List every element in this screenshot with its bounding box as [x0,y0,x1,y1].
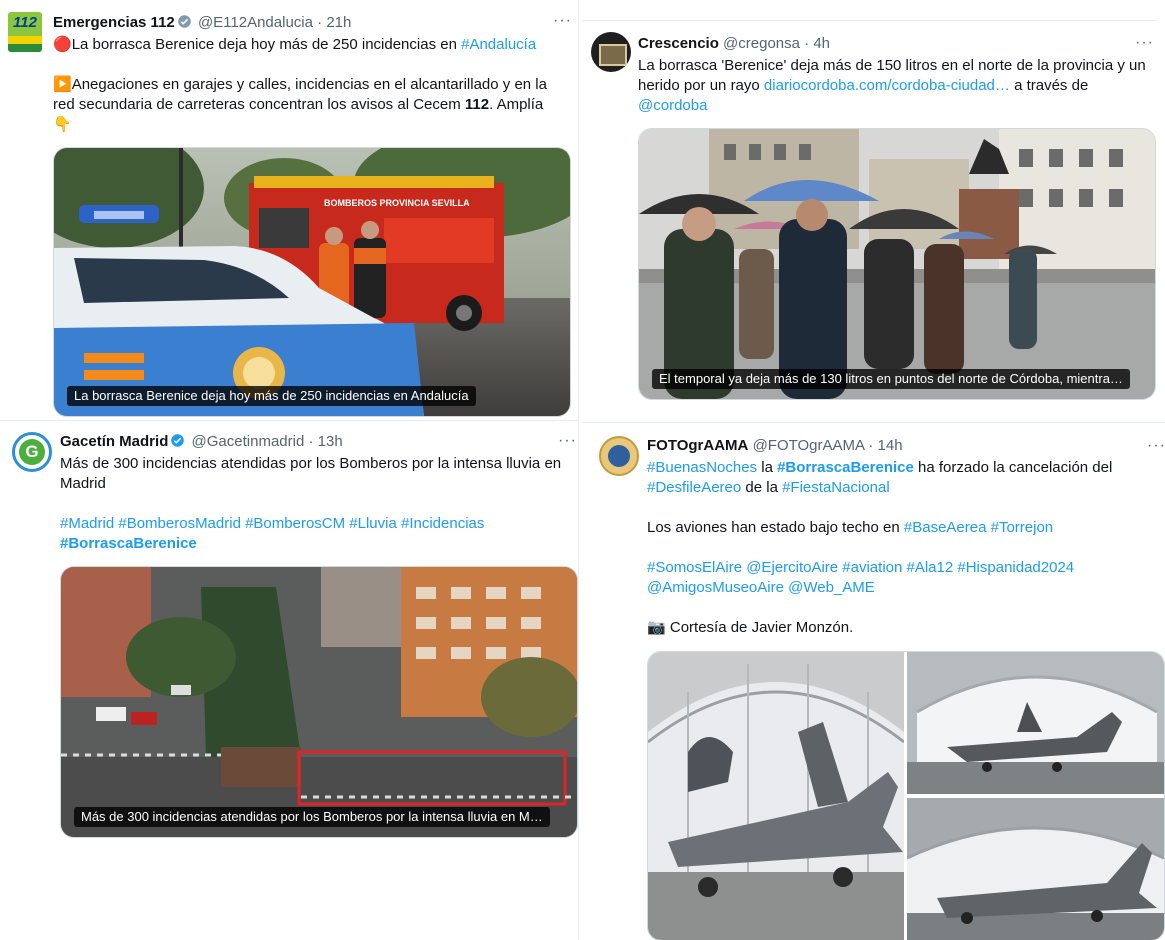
verified-badge-icon [171,434,185,447]
play-button-icon: ▶️ [53,76,72,93]
tweet-text-line-2: ▶️Anegaciones en garajes y calles, incid… [53,75,547,95]
more-options-icon[interactable]: ··· [553,13,572,29]
avatar-emergencias-112[interactable]: 112 [8,12,42,52]
top-right-divider [582,20,1157,21]
tweet-text-line-3: @cordoba [638,96,707,116]
tweet-image-grid [647,651,1165,940]
vertical-divider [578,0,579,940]
author-handle[interactable]: @E112Andalucia [198,14,313,31]
hashtag-borrasca-berenice[interactable]: #BorrascaBerenice [60,534,197,554]
tweet-timestamp[interactable]: 14h [878,437,903,454]
tweet-header: Crescencio @cregonsa · 4h [638,34,830,54]
separator-dot: · [804,35,810,52]
mentions-line[interactable]: @AmigosMuseoAire @Web_AME [647,578,875,598]
hashtag-andalucia[interactable]: #Andalucía [461,36,536,53]
author-handle[interactable]: @FOTOgrAAMA [753,437,865,454]
tweet-text-line-2: Madrid [60,475,106,492]
tweet-header: FOTOgrAAMA @FOTOgrAAMA · 14h [647,436,903,456]
text-span: La borrasca Berenice deja hoy más de 250… [71,36,462,53]
tweet-text-line-2: #DesfileAereo de la #FiestaNacional [647,478,890,498]
text-span: Cortesía de Javier Monzón. [665,619,854,636]
text-span: herido por un rayo [638,77,764,94]
verified-badge-icon [178,15,191,28]
more-options-icon[interactable]: ··· [1135,35,1154,51]
author-name[interactable]: Crescencio [638,35,719,52]
hashtags-mentions-line[interactable]: #SomosElAire @EjercitoAire #aviation #Al… [647,558,1074,578]
avatar-112-label: 112 [13,14,37,31]
hashtag-base-aerea[interactable]: #BaseAerea [904,519,987,536]
bold-112: 112 [464,96,490,113]
text-span: la [757,459,778,476]
tweet-text-line-6: 📷 Cortesía de Javier Monzón. [647,618,853,638]
more-options-icon[interactable]: ··· [558,433,577,449]
tweet-text-line-3: Los aviones han estado bajo techo en #Ba… [647,518,1053,538]
umbrellas-plaza-image [639,129,1155,399]
pointing-down-icon: 👇 [53,116,72,133]
tweet-emergencias-112[interactable]: 112 Emergencias 112 @E112Andalucia · 21h… [0,0,576,420]
text-span: red secundaria de carreteras concentran … [53,96,465,113]
avatar-fotograama[interactable] [599,436,639,476]
tweet-gacetin-madrid[interactable]: G Gacetín Madrid @Gacetinmadrid · 13h ··… [0,421,578,940]
text-span: a través de [1009,77,1089,94]
more-options-icon[interactable]: ··· [1147,438,1165,454]
camera-icon: 📷 [647,619,666,636]
avatar-photo-window [599,44,627,66]
image-caption: La borrasca Berenice deja hoy más de 250… [67,386,476,406]
hashtag-fiesta-nacional[interactable]: #FiestaNacional [782,479,890,496]
red-circle-icon: 🔴 [53,36,72,53]
separator-dot: · [308,433,314,450]
hashtag-borrasca-berenice[interactable]: #BorrascaBerenice [777,459,914,476]
tweet-text-line-1: La borrasca 'Berenice' deja más de 150 l… [638,57,1146,74]
image-caption: Más de 300 incidencias atendidas por los… [74,807,550,827]
separator-dot: · [868,437,874,454]
eurofighter-hangar-image[interactable] [648,652,904,940]
text-span: Los aviones han estado bajo techo en [647,519,904,536]
tweet-fotograama[interactable]: FOTOgrAAMA @FOTOgrAAMA · 14h ··· #Buenas… [582,423,1165,940]
madrid-street-image [61,567,577,837]
avatar-stripe [8,36,42,44]
tweet-text-line-1: Más de 300 incidencias atendidas por los… [60,455,562,472]
f18-hangar-image[interactable] [907,652,1164,794]
mention-cordoba[interactable]: @cordoba [638,97,707,114]
tweet-header: Gacetín Madrid @Gacetinmadrid · 13h [60,432,343,452]
hashtag-desfile-aereo[interactable]: #DesfileAereo [647,479,741,496]
avatar-g-letter: G [25,442,39,461]
text-span: de la [741,479,783,496]
tweet-timestamp[interactable]: 21h [326,14,351,31]
hashtag-torrejon[interactable]: #Torrejon [991,519,1054,536]
image-caption: El temporal ya deja más de 130 litros en… [652,369,1130,389]
avatar-inner-circle [608,445,630,467]
avatar-bottom-band [8,44,42,52]
tweet-header: Emergencias 112 @E112Andalucia · 21h [53,13,351,33]
tweet-image-madrid-street[interactable]: Más de 300 incidencias atendidas por los… [60,566,578,838]
tweet-crescencio[interactable]: Crescencio @cregonsa · 4h ··· La borrasc… [582,22,1165,420]
firefighters-scene-image: BOMBEROS PROVINCIA SEVILLA [54,148,570,416]
article-link[interactable]: diariocordoba.com/cordoba-ciudad… [764,77,1010,94]
avatar-gacetin-madrid[interactable]: G [12,432,52,472]
author-name[interactable]: Emergencias 112 [53,14,175,31]
hashtag-buenas-noches[interactable]: #BuenasNoches [647,459,757,476]
truck-text: BOMBEROS PROVINCIA SEVILLA [324,198,470,208]
hashtags-line[interactable]: #Madrid #BomberosMadrid #BomberosCM #Llu… [60,514,484,534]
text-span: Anegaciones en garajes y calles, inciden… [71,76,547,93]
author-handle[interactable]: @Gacetinmadrid [192,433,305,450]
text-span: . Amplía [489,96,544,113]
tweet-text-line-1: #BuenasNoches la #BorrascaBerenice ha fo… [647,458,1112,478]
author-name[interactable]: FOTOgrAAMA [647,437,748,454]
tweet-image-firefighters[interactable]: BOMBEROS PROVINCIA SEVILLA La borrasca B… [53,147,571,417]
tweet-image-umbrellas[interactable]: El temporal ya deja más de 130 litros en… [638,128,1156,400]
tweet-text-line-2: herido por un rayo diariocordoba.com/cor… [638,76,1088,96]
tweet-timestamp[interactable]: 4h [813,35,830,52]
tweet-text-line-1: 🔴La borrasca Berenice deja hoy más de 25… [53,35,536,55]
tweet-text-line-3: red secundaria de carreteras concentran … [53,95,543,115]
author-name[interactable]: Gacetín Madrid [60,433,168,450]
text-span: ha forzado la cancelación del [913,459,1113,476]
eurofighter-shelter-image[interactable] [907,798,1164,940]
separator-dot: · [317,14,323,31]
avatar-crescencio[interactable] [591,32,631,72]
author-handle[interactable]: @cregonsa [723,35,800,52]
tweet-timestamp[interactable]: 13h [318,433,343,450]
